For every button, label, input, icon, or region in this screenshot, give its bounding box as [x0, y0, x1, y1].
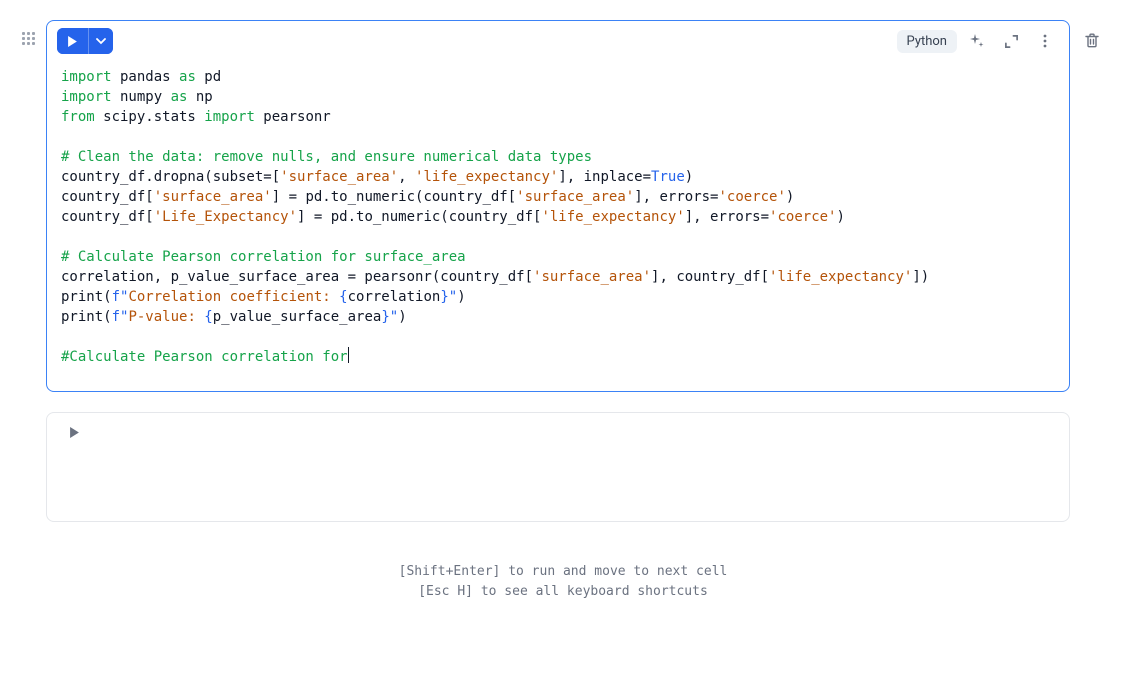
play-icon: [69, 427, 80, 438]
code-token: {: [204, 309, 212, 325]
code-token: ): [398, 309, 406, 325]
code-token: ": [449, 289, 457, 305]
hint-line: [Esc H] to see all keyboard shortcuts: [20, 582, 1106, 602]
code-token: pandas: [112, 69, 179, 85]
inactive-cell-row: [20, 412, 1106, 522]
code-token: # Calculate Pearson correlation for surf…: [61, 249, 466, 265]
active-cell-wrapper: Python import pandas as pd import numpy …: [46, 20, 1070, 392]
code-token: ]): [912, 269, 929, 285]
code-token: ] = pd.to_numeric(country_df[: [297, 209, 541, 225]
code-token: {: [339, 289, 347, 305]
run-button-group: [57, 28, 113, 54]
code-token: import: [61, 69, 112, 85]
expand-icon: [1004, 34, 1019, 49]
inactive-cell-wrapper: [46, 412, 1070, 522]
code-token: np: [187, 89, 212, 105]
code-token: 'surface_area': [280, 169, 398, 185]
code-token: ): [786, 189, 794, 205]
chevron-down-icon: [96, 36, 106, 46]
keyboard-hints: [Shift+Enter] to run and move to next ce…: [20, 562, 1106, 601]
expand-button[interactable]: [997, 27, 1025, 55]
code-token: P-value:: [128, 309, 204, 325]
code-token: ], inplace=: [558, 169, 651, 185]
code-token: ): [836, 209, 844, 225]
code-token: 'surface_area': [533, 269, 651, 285]
code-token: ], errors=: [634, 189, 718, 205]
hint-line: [Shift+Enter] to run and move to next ce…: [20, 562, 1106, 582]
code-token: correlation, p_value_surface_area = pear…: [61, 269, 533, 285]
code-token: pd: [196, 69, 221, 85]
code-token: as: [179, 69, 196, 85]
cell-menu-button[interactable]: [1031, 27, 1059, 55]
run-menu-button[interactable]: [88, 28, 113, 54]
code-token: ": [390, 309, 398, 325]
ai-assist-button[interactable]: [963, 27, 991, 55]
code-token: 'Life_Expectancy': [154, 209, 297, 225]
trash-icon: [1084, 32, 1100, 49]
run-button[interactable]: [57, 28, 88, 54]
code-token: country_df.dropna(subset=[: [61, 169, 280, 185]
active-cell-row: Python import pandas as pd import numpy …: [20, 20, 1106, 392]
code-token: 'surface_area': [516, 189, 634, 205]
cell-toolbar: Python: [47, 21, 1069, 57]
code-token: 'surface_area': [154, 189, 272, 205]
code-token: True: [651, 169, 685, 185]
code-token: }: [381, 309, 389, 325]
code-token: numpy: [112, 89, 171, 105]
code-cell[interactable]: Python import pandas as pd import numpy …: [46, 20, 1070, 392]
code-token: 'coerce': [769, 209, 836, 225]
code-token: country_df[: [61, 209, 154, 225]
code-token: ], errors=: [685, 209, 769, 225]
code-token: p_value_surface_area: [213, 309, 382, 325]
code-token: import: [204, 109, 255, 125]
sparkle-icon: [969, 33, 985, 49]
code-token: f": [112, 289, 129, 305]
code-token: ): [457, 289, 465, 305]
code-token: print(: [61, 309, 112, 325]
code-token: }: [440, 289, 448, 305]
code-editor[interactable]: import pandas as pd import numpy as np f…: [47, 57, 1069, 391]
code-token: ] = pd.to_numeric(country_df[: [272, 189, 516, 205]
code-token: import: [61, 89, 112, 105]
code-token: 'life_expectancy': [769, 269, 912, 285]
code-token: pearsonr: [255, 109, 331, 125]
kebab-icon: [1037, 33, 1053, 49]
code-token: correlation: [348, 289, 441, 305]
code-token: ,: [398, 169, 415, 185]
run-placeholder[interactable]: [57, 425, 97, 481]
code-token: country_df[: [61, 189, 154, 205]
code-token: Correlation coefficient:: [128, 289, 339, 305]
code-token: print(: [61, 289, 112, 305]
code-token: 'coerce': [718, 189, 785, 205]
code-token: #Calculate Pearson correlation for: [61, 349, 348, 365]
language-selector[interactable]: Python: [897, 30, 957, 53]
delete-cell-button[interactable]: [1078, 26, 1106, 54]
code-token: # Clean the data: remove nulls, and ensu…: [61, 149, 592, 165]
code-token: ): [685, 169, 693, 185]
code-token: ], country_df[: [651, 269, 769, 285]
code-token: from: [61, 109, 95, 125]
code-token: 'life_expectancy': [415, 169, 558, 185]
code-token: 'life_expectancy': [541, 209, 684, 225]
play-icon: [67, 36, 78, 47]
code-token: as: [171, 89, 188, 105]
code-token: scipy.stats: [95, 109, 205, 125]
code-token: f": [112, 309, 129, 325]
drag-handle-icon[interactable]: [20, 30, 38, 48]
text-cursor: [348, 347, 349, 363]
empty-cell[interactable]: [46, 412, 1070, 522]
